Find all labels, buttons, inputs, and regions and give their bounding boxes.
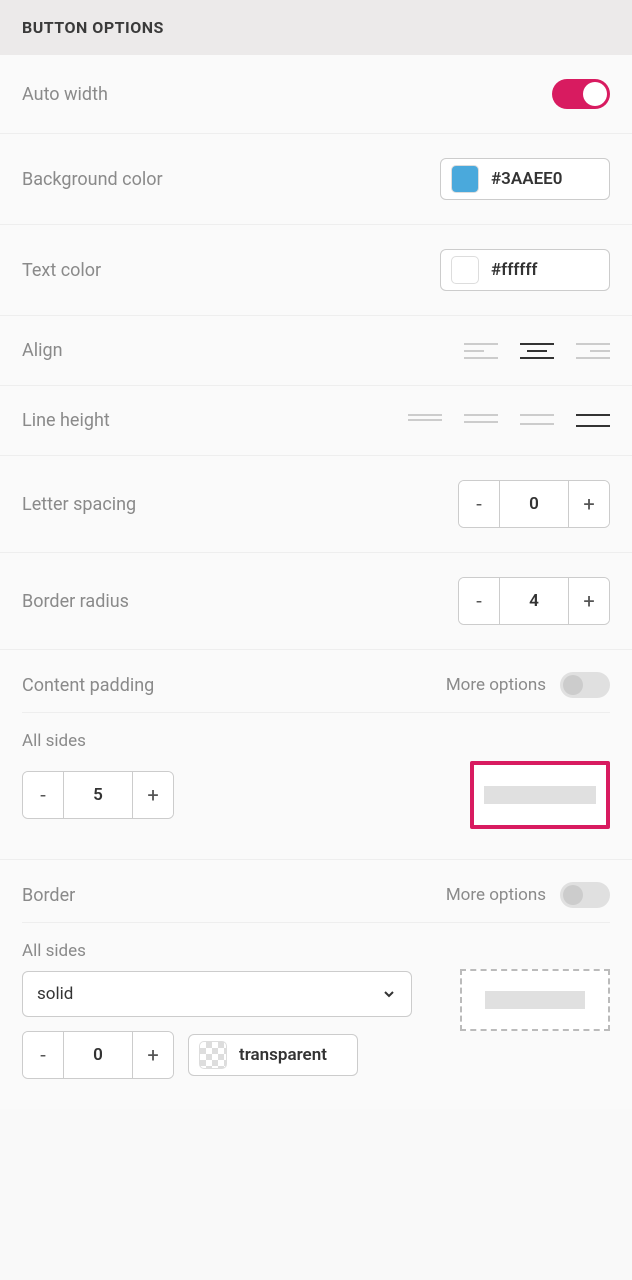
padding-all-sides-value[interactable]: 5 — [63, 772, 133, 818]
color-swatch-icon — [451, 165, 479, 193]
padding-preview-inner — [484, 786, 596, 804]
section-content-padding: Content padding More options All sides -… — [0, 650, 632, 860]
row-border-radius: Border radius - 4 + — [0, 553, 632, 650]
border-label: Border — [22, 885, 75, 906]
border-style-value: solid — [37, 984, 73, 1004]
border-preview-inner — [485, 991, 585, 1009]
row-letter-spacing: Letter spacing - 0 + — [0, 456, 632, 553]
auto-width-toggle[interactable] — [552, 79, 610, 109]
section-border: Border More options All sides solid - 0 … — [0, 860, 632, 1109]
background-color-label: Background color — [22, 169, 163, 190]
row-auto-width: Auto width — [0, 55, 632, 134]
row-text-color: Text color #ffffff — [0, 225, 632, 316]
line-height-xs-icon[interactable] — [408, 414, 442, 427]
decrement-button[interactable]: - — [23, 772, 63, 818]
panel-header: BUTTON OPTIONS — [0, 0, 632, 55]
panel-title: BUTTON OPTIONS — [22, 18, 164, 37]
align-label: Align — [22, 340, 63, 361]
row-align: Align — [0, 316, 632, 386]
auto-width-label: Auto width — [22, 84, 108, 105]
border-more-toggle[interactable] — [560, 882, 610, 908]
decrement-button[interactable]: - — [23, 1032, 63, 1078]
border-preview-icon — [460, 969, 610, 1031]
padding-preview-icon — [470, 761, 610, 829]
align-left-icon[interactable] — [464, 343, 498, 359]
letter-spacing-value[interactable]: 0 — [499, 481, 569, 527]
border-radius-value[interactable]: 4 — [499, 578, 569, 624]
color-swatch-icon — [199, 1041, 227, 1069]
border-color-input[interactable]: transparent — [188, 1034, 358, 1076]
background-color-value: #3AAEE0 — [491, 169, 562, 189]
line-height-s-icon[interactable] — [464, 414, 498, 427]
increment-button[interactable]: + — [133, 772, 173, 818]
padding-all-sides-stepper: - 5 + — [22, 771, 174, 819]
border-width-value[interactable]: 0 — [63, 1032, 133, 1078]
line-height-label: Line height — [22, 410, 110, 431]
line-height-m-icon[interactable] — [520, 414, 554, 427]
decrement-button[interactable]: - — [459, 481, 499, 527]
line-height-options — [408, 414, 610, 427]
border-radius-label: Border radius — [22, 591, 129, 612]
more-options-label: More options — [446, 675, 546, 695]
text-color-value: #ffffff — [491, 260, 537, 280]
border-style-select[interactable]: solid — [22, 971, 412, 1017]
row-background-color: Background color #3AAEE0 — [0, 134, 632, 225]
align-center-icon[interactable] — [520, 343, 554, 359]
border-color-value: transparent — [239, 1045, 327, 1065]
increment-button[interactable]: + — [133, 1032, 173, 1078]
line-height-l-icon[interactable] — [576, 414, 610, 427]
letter-spacing-label: Letter spacing — [22, 494, 136, 515]
align-right-icon[interactable] — [576, 343, 610, 359]
align-options — [464, 343, 610, 359]
border-radius-stepper: - 4 + — [458, 577, 610, 625]
toggle-knob — [563, 675, 583, 695]
increment-button[interactable]: + — [569, 578, 609, 624]
border-all-sides-label: All sides — [22, 941, 460, 961]
border-width-stepper: - 0 + — [22, 1031, 174, 1079]
text-color-label: Text color — [22, 260, 101, 281]
text-color-input[interactable]: #ffffff — [440, 249, 610, 291]
letter-spacing-stepper: - 0 + — [458, 480, 610, 528]
more-options-label: More options — [446, 885, 546, 905]
decrement-button[interactable]: - — [459, 578, 499, 624]
chevron-down-icon — [381, 986, 397, 1002]
toggle-knob — [583, 82, 607, 106]
content-padding-more-toggle[interactable] — [560, 672, 610, 698]
content-padding-label: Content padding — [22, 675, 154, 696]
row-line-height: Line height — [0, 386, 632, 456]
toggle-knob — [563, 885, 583, 905]
color-swatch-icon — [451, 256, 479, 284]
background-color-input[interactable]: #3AAEE0 — [440, 158, 610, 200]
increment-button[interactable]: + — [569, 481, 609, 527]
padding-all-sides-label: All sides — [22, 731, 610, 751]
